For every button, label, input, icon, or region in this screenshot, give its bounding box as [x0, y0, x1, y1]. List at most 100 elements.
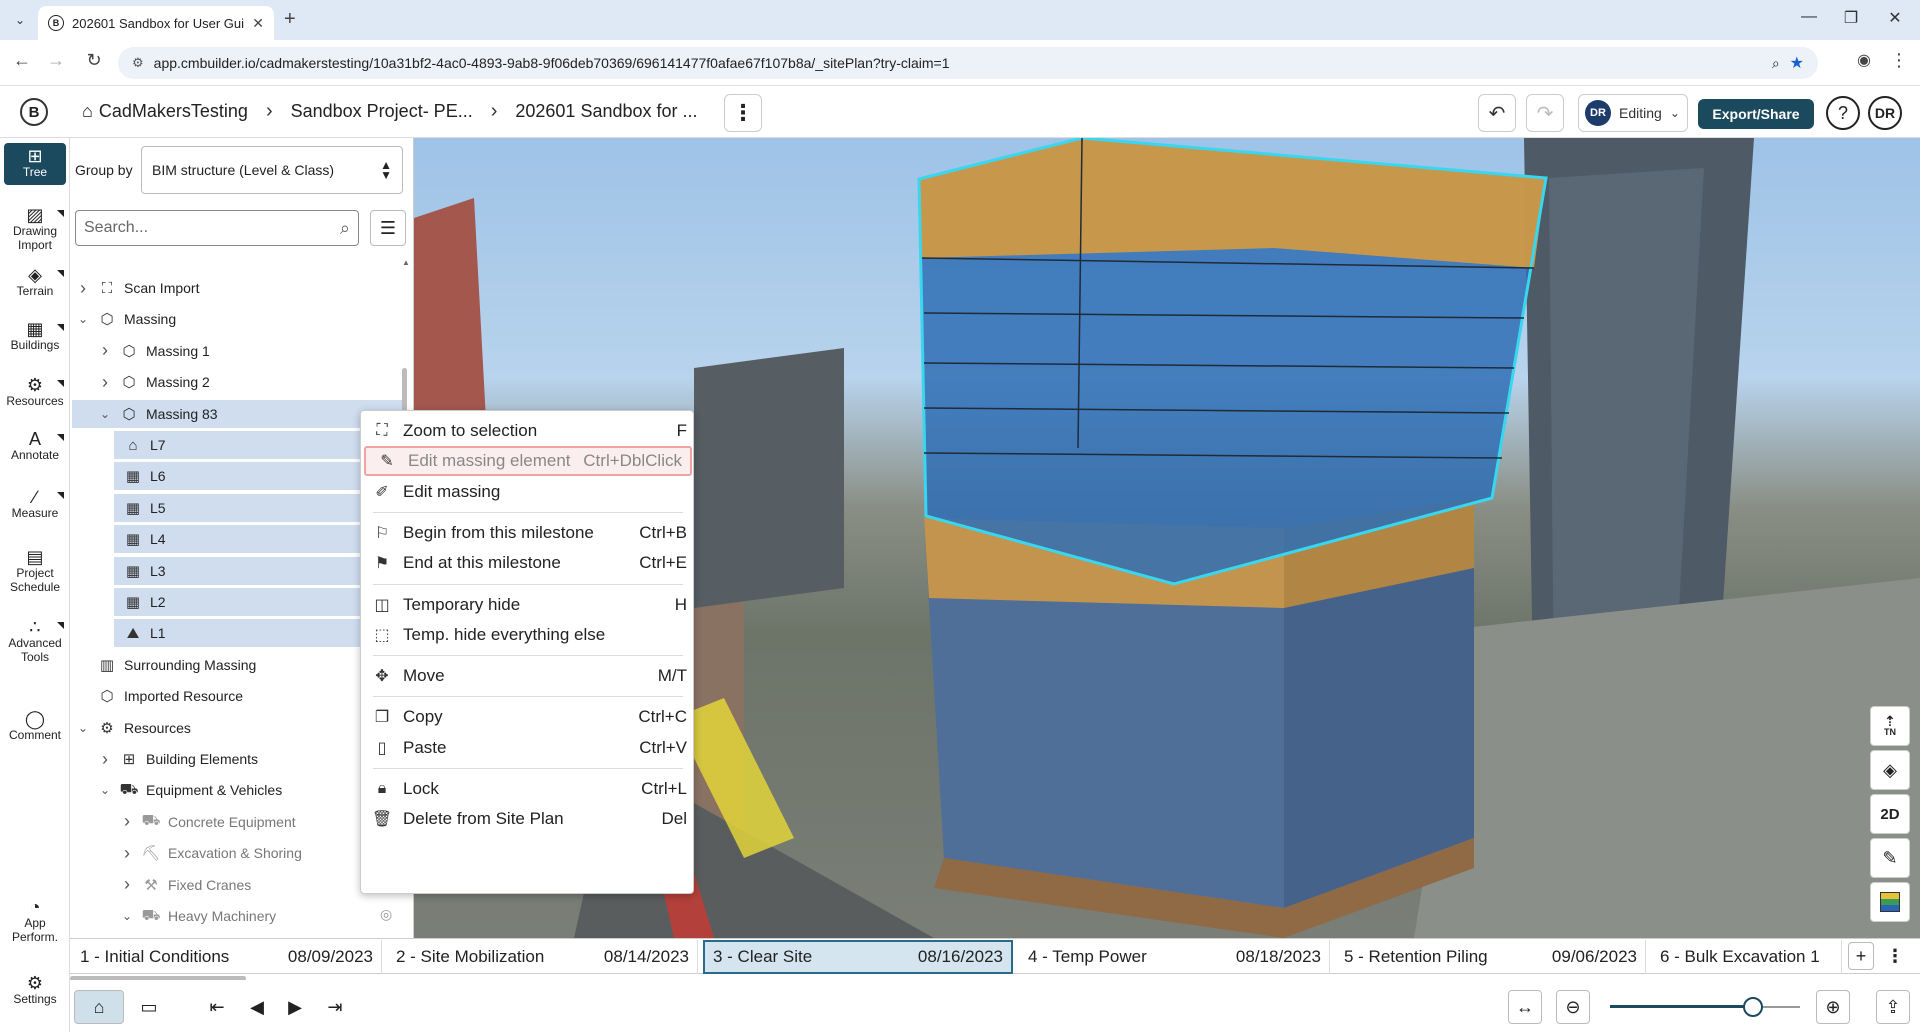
app-logo[interactable]: B: [20, 98, 48, 126]
zoom-icon[interactable]: ⌕: [1772, 55, 1780, 72]
rail-annotate[interactable]: A Annotate: [4, 430, 66, 462]
chevron-down-icon[interactable]: ⌄: [96, 783, 114, 797]
tab-search-icon[interactable]: ⌄: [9, 9, 31, 31]
tree-item[interactable]: › ⊞ Building Elements: [72, 745, 402, 773]
menu-item-lock[interactable]: 🔒︎ Lock Ctrl+L: [361, 774, 695, 804]
export-share-button[interactable]: Export/Share: [1698, 99, 1814, 129]
bookmark-star-icon[interactable]: ★: [1790, 53, 1804, 73]
rail-buildings[interactable]: ▦ Buildings: [4, 320, 66, 352]
milestone-1[interactable]: 1 - Initial Conditions 08/09/2023: [72, 940, 382, 974]
rail-drawing-import[interactable]: ▨ Drawing Import: [4, 206, 66, 252]
menu-item-temporary-hide[interactable]: ◫ Temporary hide H: [361, 590, 695, 620]
home-icon[interactable]: ⌂: [82, 101, 93, 122]
menu-item-delete-from-site-plan[interactable]: 🗑︎ Delete from Site Plan Del: [361, 804, 695, 834]
close-tab-icon[interactable]: ✕: [252, 15, 264, 32]
milestone-2[interactable]: 2 - Site Mobilization 08/14/2023: [388, 940, 698, 974]
back-icon[interactable]: ←: [8, 50, 36, 71]
upload-icon[interactable]: ⇪: [1876, 990, 1910, 1024]
tree-item[interactable]: ⌂ L7: [114, 431, 380, 459]
previous-milestone-icon[interactable]: ◀: [240, 990, 274, 1024]
tree-item[interactable]: ▦ L5: [114, 493, 380, 522]
menu-item-edit-massing[interactable]: ✐ Edit massing: [361, 477, 695, 507]
milestone-6[interactable]: 6 - Bulk Excavation 1: [1652, 940, 1842, 974]
chevron-down-icon[interactable]: ⌄: [118, 909, 136, 923]
breadcrumb-item[interactable]: CadMakersTesting: [99, 101, 248, 122]
menu-item-paste[interactable]: ▯ Paste Ctrl+V: [361, 733, 695, 763]
breadcrumb-item[interactable]: 202601 Sandbox for ...: [515, 101, 697, 122]
tree-item[interactable]: › ⛏ Excavation & Shoring: [72, 839, 402, 867]
search-input[interactable]: Search... ⌕: [75, 210, 359, 246]
rail-settings[interactable]: ⚙ Settings: [4, 974, 66, 1006]
chevron-down-icon[interactable]: ⌄: [96, 407, 114, 421]
menu-item-zoom-to-selection[interactable]: ⛶ Zoom to selection F: [361, 416, 695, 446]
tree-item[interactable]: ⌄ ⬡ Massing: [72, 305, 402, 333]
browser-tab[interactable]: B 202601 Sandbox for User Guide ✕: [38, 6, 274, 40]
scroll-up-icon[interactable]: ▲: [402, 258, 410, 267]
chevron-right-icon[interactable]: ›: [118, 843, 136, 864]
north-arrow-icon[interactable]: ⇡ TN: [1870, 706, 1910, 746]
tree-item[interactable]: ▥ Surrounding Massing: [72, 651, 402, 679]
next-milestone-icon[interactable]: ▶: [278, 990, 312, 1024]
milestone-4[interactable]: 4 - Temp Power 08/18/2023: [1020, 940, 1330, 974]
chevron-right-icon[interactable]: ›: [118, 874, 136, 895]
tree-item[interactable]: › ⬡ Massing 2: [72, 368, 402, 396]
rail-comment[interactable]: ◯ Comment: [4, 710, 66, 742]
visibility-icon[interactable]: ◎: [380, 906, 392, 923]
zoom-slider-handle[interactable]: [1742, 997, 1763, 1017]
profile-icon[interactable]: ◉: [1850, 50, 1878, 70]
minimize-icon[interactable]: —: [1794, 8, 1824, 26]
add-milestone-icon[interactable]: +: [1848, 942, 1874, 970]
first-milestone-icon[interactable]: ⇤: [200, 990, 234, 1024]
tree-item[interactable]: › ⬡ Massing 1: [72, 337, 402, 365]
sort-filter-icon[interactable]: ☰: [370, 210, 406, 246]
site-info-icon[interactable]: ⚙: [132, 55, 144, 71]
tree-item[interactable]: › ⛟ Concrete Equipment: [72, 808, 402, 836]
tree-item[interactable]: ▦ L4: [114, 525, 380, 554]
milestone-3[interactable]: 3 - Clear Site 08/16/2023: [703, 940, 1013, 974]
rail-tree[interactable]: ⊞ Tree: [4, 143, 66, 185]
rail-project-schedule[interactable]: ▤ Project Schedule: [4, 548, 66, 594]
help-button[interactable]: ?: [1826, 96, 1860, 130]
rail-resources[interactable]: ⚙ Resources: [4, 376, 66, 408]
tree-item[interactable]: ⬡ Imported Resource: [72, 682, 402, 710]
redo-icon[interactable]: ↷: [1526, 94, 1564, 132]
tree-item[interactable]: ▦ L2: [114, 588, 380, 616]
new-tab-icon[interactable]: +: [284, 8, 296, 31]
breadcrumb-item[interactable]: Sandbox Project- PE...: [291, 101, 473, 122]
tree-item[interactable]: ▦ L3: [114, 556, 380, 585]
tree-item[interactable]: ⌄ ⛟ Equipment & Vehicles: [72, 776, 402, 804]
site-view-icon[interactable]: ⌂: [74, 990, 124, 1024]
timeline-more-icon[interactable]: ⋮: [1882, 942, 1908, 970]
view-2d-icon[interactable]: 2D: [1870, 794, 1910, 834]
chevron-right-icon[interactable]: ›: [96, 340, 114, 361]
zoom-in-icon[interactable]: ⊕: [1816, 990, 1850, 1024]
fit-width-icon[interactable]: ↔: [1508, 990, 1542, 1024]
chevron-right-icon[interactable]: ›: [96, 372, 114, 393]
last-milestone-icon[interactable]: ⇥: [318, 990, 352, 1024]
milestone-5[interactable]: 5 - Retention Piling 09/06/2023: [1336, 940, 1646, 974]
rail-terrain[interactable]: ◈ Terrain: [4, 266, 66, 298]
tree-item[interactable]: ⛰ L1: [114, 619, 380, 648]
tree-item[interactable]: ⌄ ⛟ Heavy Machinery: [72, 902, 402, 930]
restore-icon[interactable]: ❐: [1836, 8, 1866, 28]
rail-measure[interactable]: ∕ Measure: [4, 488, 66, 520]
tree-item[interactable]: › ⛶ Scan Import: [72, 274, 402, 302]
close-window-icon[interactable]: ✕: [1880, 8, 1910, 28]
chevron-down-icon[interactable]: ⌄: [74, 312, 92, 326]
chevron-right-icon[interactable]: ›: [74, 278, 92, 299]
menu-item-temp-hide-everything-else[interactable]: ⬚ Temp. hide everything else: [361, 620, 695, 650]
menu-item-edit-massing-element[interactable]: ✎ Edit massing element Ctrl+DblClick: [364, 446, 692, 477]
tree-item[interactable]: › ⚒ Fixed Cranes: [72, 871, 402, 899]
tree-item[interactable]: ▦ L6: [114, 462, 380, 491]
chevron-right-icon[interactable]: ›: [96, 749, 114, 770]
reload-icon[interactable]: ↻: [80, 50, 108, 71]
menu-item-begin-from-this-milestone[interactable]: ⚐ Begin from this milestone Ctrl+B: [361, 518, 695, 548]
forward-icon[interactable]: →: [42, 50, 70, 71]
presentation-icon[interactable]: ▭: [132, 990, 166, 1024]
group-by-select[interactable]: BIM structure (Level & Class) ▲ ▼: [141, 146, 403, 194]
menu-item-copy[interactable]: ❐ Copy Ctrl+C: [361, 702, 695, 732]
more-menu-icon[interactable]: ⋮: [724, 94, 762, 132]
rail-app-perform-[interactable]: ◔ App Perform.: [4, 898, 66, 944]
tree-item[interactable]: ⌄ ⬡ Massing 83: [72, 399, 407, 428]
browser-menu-icon[interactable]: ⋮: [1885, 50, 1913, 71]
